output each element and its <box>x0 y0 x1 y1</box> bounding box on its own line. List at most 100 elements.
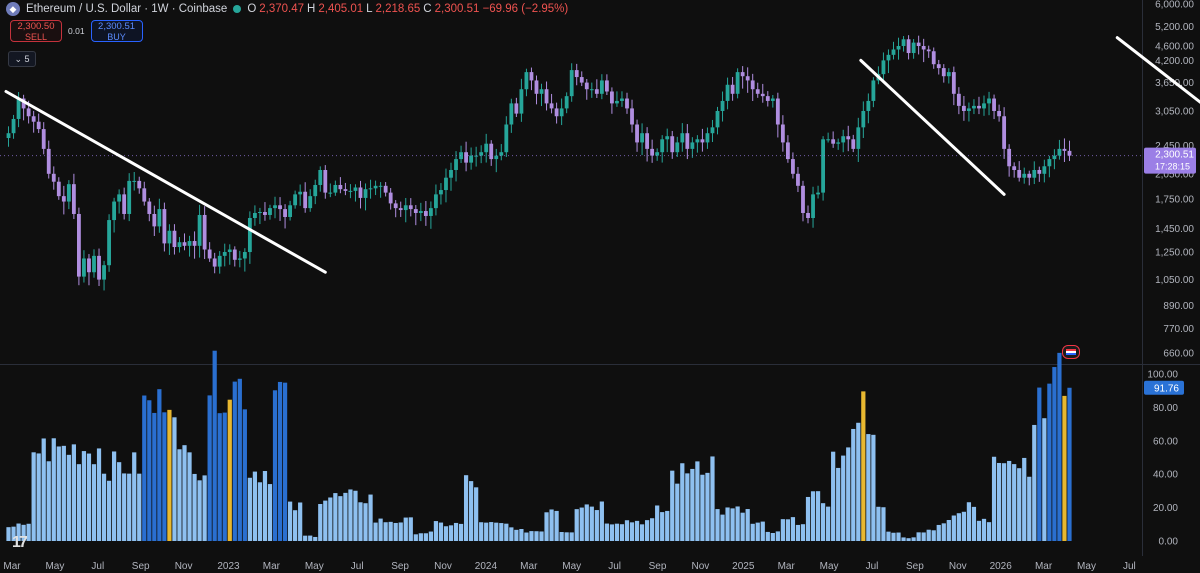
indicator-bar[interactable] <box>91 464 97 541</box>
indicator-bar[interactable] <box>1047 383 1052 541</box>
indicator-bar[interactable] <box>815 491 821 541</box>
candle-body[interactable] <box>811 194 815 219</box>
indicator-bar[interactable] <box>132 452 137 541</box>
indicator-bar[interactable] <box>896 532 901 541</box>
indicator-bar[interactable] <box>629 522 635 541</box>
candle-body[interactable] <box>1027 173 1032 178</box>
candle-body[interactable] <box>1052 155 1057 160</box>
candle-body[interactable] <box>61 196 66 202</box>
indicator-bar[interactable] <box>710 456 715 541</box>
indicator-bar[interactable] <box>172 417 177 541</box>
candle-body[interactable] <box>977 105 981 109</box>
indicator-bar[interactable] <box>162 412 167 541</box>
candle-body[interactable] <box>87 258 91 273</box>
indicator-bar[interactable] <box>554 510 559 541</box>
indicator-bar[interactable] <box>991 456 997 541</box>
indicator-bar[interactable] <box>303 535 308 541</box>
candle-body[interactable] <box>675 142 680 153</box>
candle-body[interactable] <box>26 108 31 117</box>
candle-body[interactable] <box>946 72 951 77</box>
candle-body[interactable] <box>725 84 730 101</box>
indicator-bar[interactable] <box>202 475 207 541</box>
candle-body[interactable] <box>403 205 408 211</box>
indicator-bar[interactable] <box>614 523 620 541</box>
indicator-bar[interactable] <box>876 506 881 541</box>
indicator-bar[interactable] <box>609 524 615 541</box>
indicator-bar[interactable] <box>247 477 252 541</box>
indicator-bar[interactable] <box>207 395 212 541</box>
indicator-bar[interactable] <box>604 523 609 541</box>
indicator-bar[interactable] <box>951 515 956 541</box>
indicator-bar[interactable] <box>293 510 298 541</box>
indicator-bar[interactable] <box>534 531 539 541</box>
indicator-bar[interactable] <box>232 381 237 541</box>
indicator-bar[interactable] <box>222 412 227 541</box>
candle-body[interactable] <box>343 189 348 191</box>
indicator-bar[interactable] <box>237 378 242 541</box>
candle-body[interactable] <box>715 110 720 128</box>
candle-body[interactable] <box>217 255 222 267</box>
indicator-bar[interactable] <box>313 536 318 541</box>
indicator-bar[interactable] <box>479 522 484 541</box>
candle-body[interactable] <box>665 136 670 140</box>
indicator-bar[interactable] <box>267 484 273 541</box>
candle-body[interactable] <box>685 133 690 149</box>
indicator-bar[interactable] <box>373 522 378 541</box>
candle-body[interactable] <box>941 68 946 77</box>
candle-body[interactable] <box>574 70 579 78</box>
indicator-bar[interactable] <box>368 494 373 541</box>
candle-body[interactable] <box>972 105 976 109</box>
indicator-bar[interactable] <box>403 517 408 541</box>
indicator-bar[interactable] <box>499 523 504 541</box>
candle-body[interactable] <box>449 169 453 178</box>
indicator-bar[interactable] <box>509 527 514 541</box>
candle-body[interactable] <box>227 249 232 253</box>
candle-body[interactable] <box>916 42 921 47</box>
indicator-bar[interactable] <box>841 455 846 541</box>
candle-body[interactable] <box>1002 116 1007 149</box>
indicator-bar[interactable] <box>217 413 222 541</box>
candle-body[interactable] <box>82 258 86 277</box>
indicator-bar[interactable] <box>177 449 182 541</box>
candle-body[interactable] <box>951 72 956 94</box>
indicator-bar[interactable] <box>212 350 217 541</box>
candle-body[interactable] <box>122 194 127 214</box>
indicator-bar[interactable] <box>262 471 268 541</box>
candle-body[interactable] <box>283 209 287 217</box>
candle-body[interactable] <box>791 159 795 174</box>
candle-body[interactable] <box>901 39 906 47</box>
candle-body[interactable] <box>41 129 46 149</box>
indicator-bar[interactable] <box>861 391 866 541</box>
indicator-bar[interactable] <box>242 409 247 541</box>
indicator-bar[interactable] <box>484 522 489 541</box>
indicator-bar[interactable] <box>287 501 293 541</box>
candle-body[interactable] <box>785 142 790 160</box>
indicator-bar[interactable] <box>388 521 393 541</box>
candle-body[interactable] <box>137 180 142 189</box>
candle-body[interactable] <box>735 72 740 94</box>
candle-body[interactable] <box>408 205 413 210</box>
indicator-bar[interactable] <box>272 390 278 541</box>
indicator-bar[interactable] <box>26 523 31 541</box>
indicator-bar[interactable] <box>71 444 76 541</box>
candle-body[interactable] <box>836 142 841 144</box>
candle-body[interactable] <box>102 265 106 280</box>
indicator-bar[interactable] <box>755 522 760 541</box>
candle-body[interactable] <box>444 177 448 191</box>
candle-body[interactable] <box>670 136 675 153</box>
indicator-bar[interactable] <box>986 522 992 541</box>
candle-body[interactable] <box>569 70 574 97</box>
indicator-toggle-button[interactable]: ⌄ 5 <box>8 51 36 67</box>
indicator-bar[interactable] <box>770 532 775 541</box>
indicator-bar[interactable] <box>137 473 142 541</box>
candle-body[interactable] <box>680 133 685 143</box>
indicator-bar[interactable] <box>655 505 660 541</box>
candle-body[interactable] <box>97 255 101 280</box>
indicator-bar[interactable] <box>836 467 841 541</box>
indicator-bar[interactable] <box>36 453 41 541</box>
indicator-bar[interactable] <box>474 487 479 541</box>
indicator-bar[interactable] <box>680 463 685 541</box>
candle-body[interactable] <box>615 100 619 104</box>
candle-body[interactable] <box>66 184 71 202</box>
candle-body[interactable] <box>318 169 323 185</box>
